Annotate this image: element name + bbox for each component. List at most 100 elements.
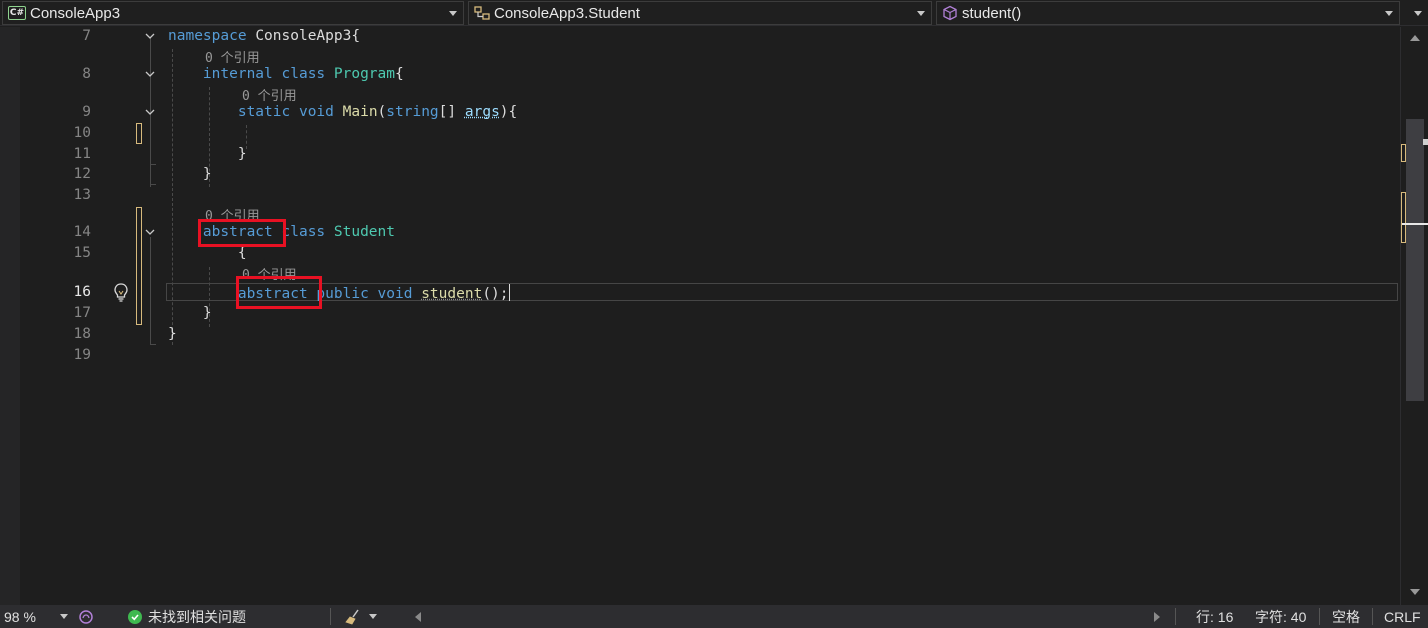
line-number: 10 [73,125,91,141]
split-dropdown[interactable] [1404,1,1428,25]
column-indicator[interactable]: 字符: 40 [1255,605,1306,628]
code-line-17: } [168,305,212,321]
type-name: ConsoleApp3.Student [494,4,640,22]
scroll-down-icon[interactable] [1410,589,1420,595]
zoom-level: 98 % [4,608,36,625]
line-indicator[interactable]: 行: 16 [1196,605,1233,628]
keyword: string [386,104,439,120]
outline-line [150,237,151,345]
separator [1372,608,1373,625]
class-icon [474,6,490,20]
punctuation: { [237,245,247,261]
keyword: class [281,224,326,240]
code-line-16: abstract public void student(); [168,284,510,302]
line-number: 17 [73,305,91,321]
separator [1319,608,1320,625]
scroll-right-icon[interactable] [1154,612,1160,622]
line-number: 11 [73,146,91,162]
outline-end [150,184,156,185]
parameter-name: args [464,104,500,120]
chevron-down-icon [369,614,377,619]
issues-status[interactable]: 未找到相关问题 [128,605,246,628]
chevron-down-icon [449,11,457,16]
code-line-7: namespace ConsoleApp3{ [168,28,360,44]
collapse-icon[interactable] [145,69,155,79]
change-marker [136,207,142,325]
scrollbar-thumb[interactable] [1406,119,1424,401]
change-marker [136,123,142,144]
keyword: public [316,286,369,302]
codelens-references[interactable]: 0 个引用 [205,47,260,66]
chevron-down-icon [59,614,68,619]
scroll-marker [1423,139,1428,145]
line-number: 14 [73,224,91,240]
change-marker [1401,144,1406,162]
collapse-icon[interactable] [145,31,155,41]
zoom-dropdown[interactable]: 98 % [4,605,68,628]
keyword: void [377,286,413,302]
broom-icon [345,609,359,624]
annotation-box [198,219,286,247]
issues-text: 未找到相关问题 [148,608,246,625]
line-number: 9 [82,104,91,120]
class-name: Program [333,66,395,82]
whitespace-indicator[interactable]: 空格 [1332,605,1360,628]
code-line-9: static void Main(string[] args){ [168,104,517,120]
keyword: internal [202,66,273,82]
code-editor[interactable]: 7 8 9 10 11 12 13 14 15 16 17 18 19 name… [0,27,1400,605]
method-name: Main [342,104,378,120]
punctuation: (); [482,286,509,302]
collapse-icon[interactable] [145,227,155,237]
line-number: 13 [73,187,91,203]
type-dropdown[interactable]: ConsoleApp3.Student [468,1,932,25]
check-icon [128,609,142,624]
punctuation: { [351,28,361,44]
chevron-down-icon [917,11,925,16]
collapse-icon[interactable] [145,107,155,117]
line-number: 19 [73,347,91,363]
project-name: ConsoleApp3 [30,4,121,22]
copilot-icon[interactable] [78,605,94,628]
chevron-down-icon [1414,11,1422,16]
keyword: namespace [168,28,247,44]
keyword: class [281,66,326,82]
scroll-up-icon[interactable] [1410,35,1420,41]
method-icon [943,5,957,21]
vertical-scrollbar[interactable] [1400,27,1428,605]
punctuation: ( [377,104,387,120]
code-line-11: } [168,146,247,162]
separator [330,608,331,625]
line-ending-indicator[interactable]: CRLF [1384,605,1421,628]
csharp-project-icon: C# [8,6,26,20]
line-number: 12 [73,166,91,182]
status-bar: 98 % 未找到相关问题 行: 16 字符: 40 空格 CRLF [0,605,1428,628]
indicator-margin [0,27,20,605]
line-number: 7 [82,28,91,44]
change-marker [1401,192,1406,243]
caret-position-marker [1402,223,1428,225]
line-number: 18 [73,326,91,342]
punctuation: { [395,66,404,82]
code-cleanup-button[interactable] [345,605,377,628]
class-name: Student [333,224,395,240]
punctuation: [] [438,104,457,120]
codelens-references[interactable]: 0 个引用 [242,85,297,104]
keyword: static [237,104,291,120]
line-number-current: 16 [73,284,91,300]
member-dropdown[interactable]: student() [936,1,1400,25]
member-name: student() [962,4,1022,22]
scroll-left-icon[interactable] [415,612,421,622]
code-line-8: internal class Program{ [168,66,404,82]
keyword: void [298,104,334,120]
outline-end [150,344,156,345]
code-line-12: } [168,166,212,182]
punctuation: } [202,166,212,182]
project-dropdown[interactable]: C# ConsoleApp3 [2,1,464,25]
lightbulb-icon[interactable] [112,282,130,302]
annotation-box [236,276,322,309]
navigation-bar: C# ConsoleApp3 ConsoleApp3.Student stude… [0,0,1428,26]
namespace-name: ConsoleApp3 [255,28,352,44]
code-line-15: { [168,245,247,261]
code-line-18: } [168,326,177,342]
chevron-down-icon [1385,11,1393,16]
